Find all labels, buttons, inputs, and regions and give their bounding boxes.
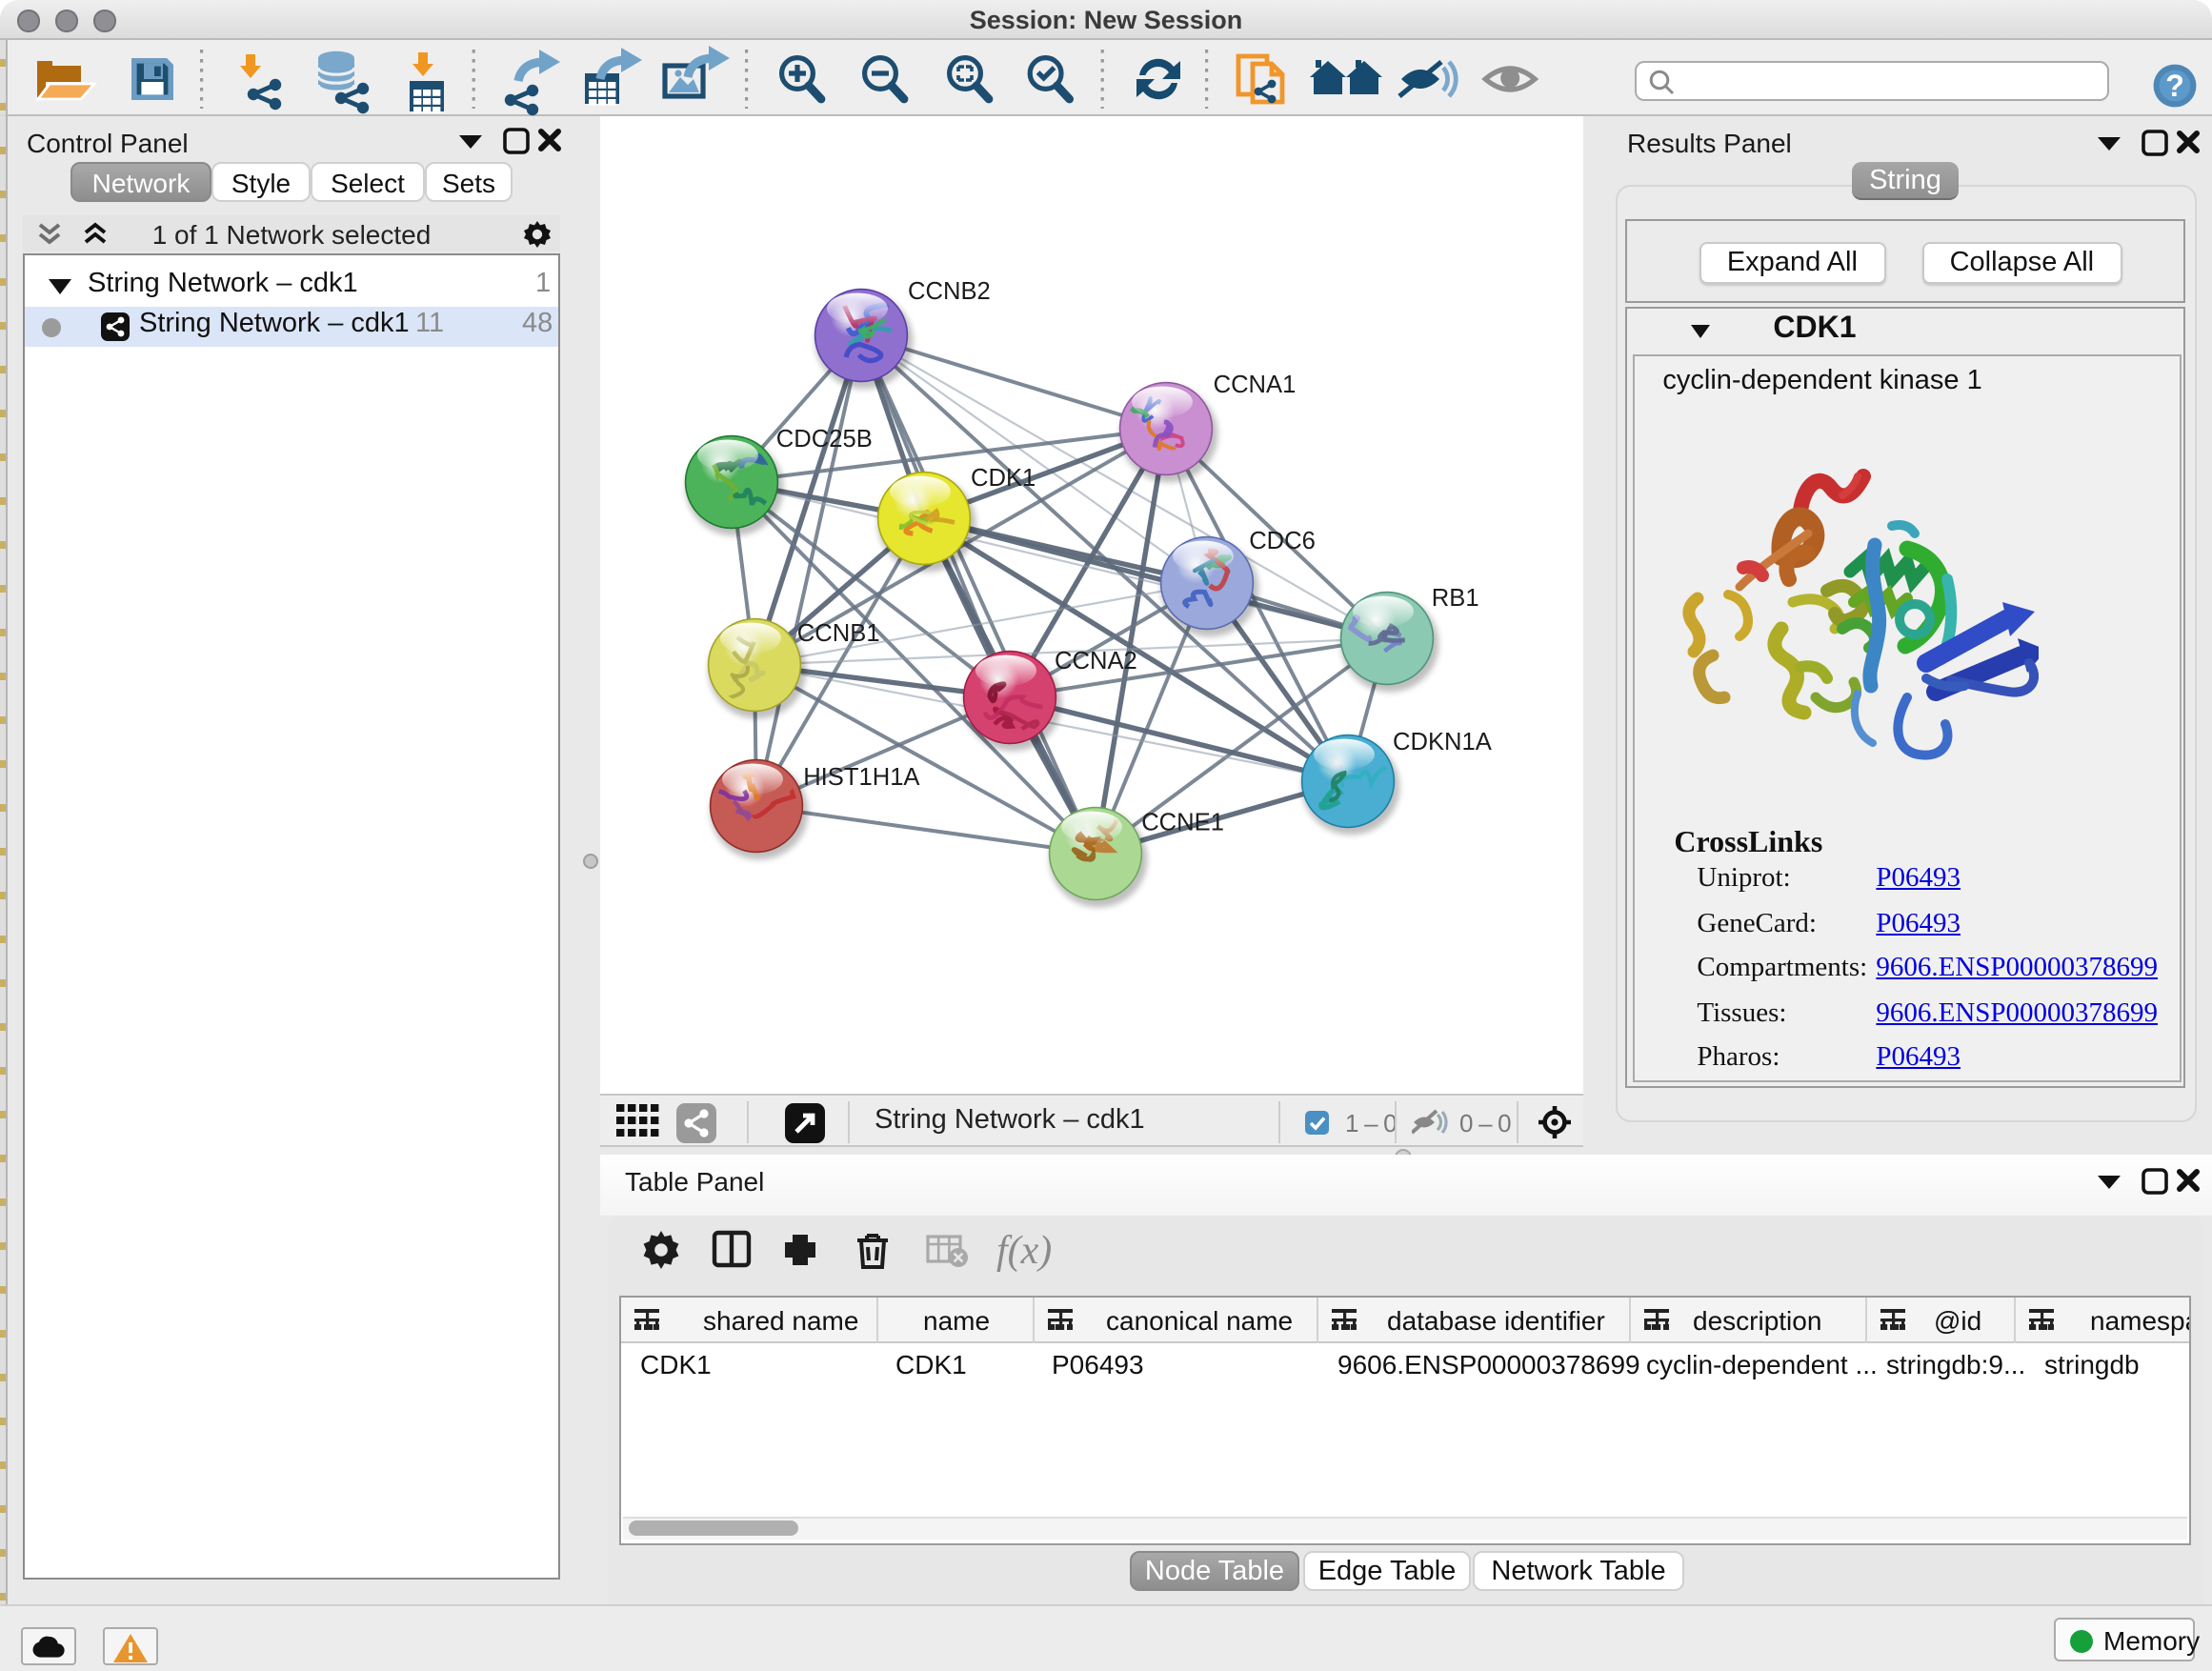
svg-text:CDKN1A: CDKN1A [1393,729,1493,755]
svg-text:CCNB1: CCNB1 [797,620,880,647]
svg-text:CCNA1: CCNA1 [1214,372,1297,398]
svg-text:CCNE1: CCNE1 [1141,809,1224,836]
svg-text:CCNA2: CCNA2 [1055,648,1137,674]
svg-text:HIST1H1A: HIST1H1A [803,764,920,791]
svg-text:RB1: RB1 [1432,585,1479,612]
svg-text:CDK1: CDK1 [971,465,1036,492]
svg-text:?: ? [2165,69,2184,103]
svg-text:CCNB2: CCNB2 [908,278,991,305]
svg-text:f(x): f(x) [996,1229,1052,1273]
svg-text:CDC6: CDC6 [1249,528,1316,554]
svg-text:CDC25B: CDC25B [776,426,873,453]
